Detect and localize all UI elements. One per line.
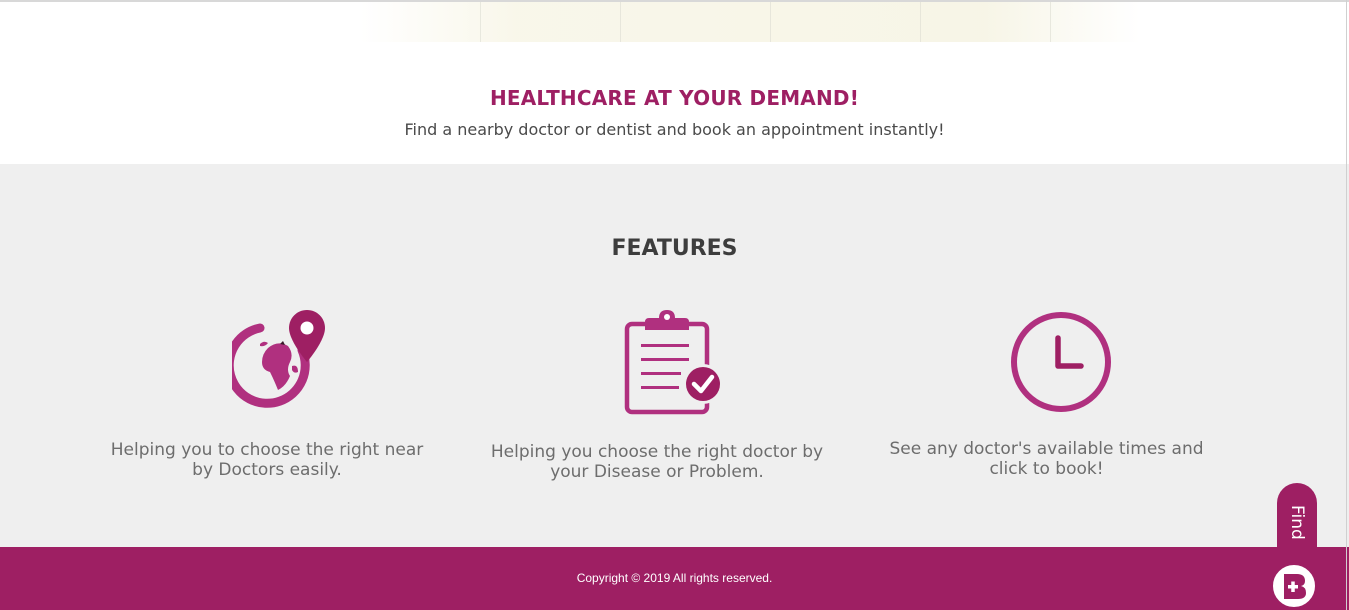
copyright-text: Copyright © 2019 All rights reserved.: [576, 571, 773, 585]
feature-description-line: your Disease or Problem.: [550, 462, 764, 482]
feature-description-line: click to book!: [989, 459, 1104, 479]
feature-description-line: by Doctors easily.: [192, 460, 342, 480]
hero-section: HEALTHCARE AT YOUR DEMAND! Find a nearby…: [0, 42, 1349, 164]
feature-description-line: See any doctor's available times and: [889, 439, 1204, 459]
hero-subtitle: Find a nearby doctor or dentist and book…: [404, 120, 945, 139]
feature-description: Helping you to choose the right near by …: [100, 440, 434, 480]
logo-glyph: [1284, 574, 1306, 599]
feature-description-line: Helping you to choose the right near: [110, 440, 424, 460]
scrollbar-edge: [1346, 0, 1347, 610]
feature-nearby-doctors: Helping you to choose the right near by …: [100, 310, 434, 490]
feature-description: See any doctor's available times and cli…: [880, 439, 1213, 479]
find-doctor-logo-icon[interactable]: [1270, 562, 1318, 610]
clock-icon: [1011, 312, 1111, 412]
features-section: FEATURES Helping you to choose the right…: [0, 164, 1349, 547]
feature-description-line: Helping you choose the right doctor by: [490, 442, 824, 462]
find-tab-label[interactable]: Find: [1286, 505, 1308, 545]
feature-available-times: See any doctor's available times and cli…: [880, 310, 1213, 490]
globe-location-pin-icon: [232, 310, 325, 408]
features-title: FEATURES: [611, 236, 738, 261]
map-banner-strip: [0, 0, 1349, 42]
footer: Copyright © 2019 All rights reserved.: [0, 547, 1349, 610]
hero-title: HEALTHCARE AT YOUR DEMAND!: [489, 86, 860, 110]
feature-description: Helping you choose the right doctor by y…: [483, 442, 831, 482]
map-background: [360, 2, 1140, 42]
clipboard-check-icon: [624, 310, 723, 415]
feature-doctor-by-disease: Helping you choose the right doctor by y…: [483, 310, 831, 490]
